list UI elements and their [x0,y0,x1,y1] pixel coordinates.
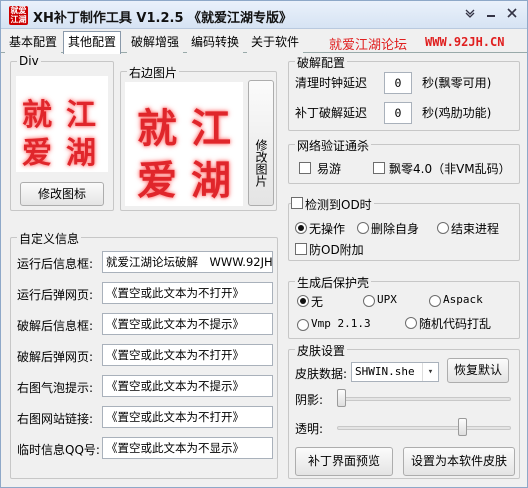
skin-data-label: 皮肤数据: [295,367,348,381]
change-icon-button[interactable]: 修改图标 [20,182,104,206]
anti-od-attach-checkbox[interactable] [295,243,307,255]
od-kill-label: 结束进程 [451,222,500,236]
shell-aspack-label: Aspack [443,293,483,306]
tab-panel-other-config: Div 就 江 爱 湖 修改图标 右边图片 就 江 爱 湖 修改图片 自定义信息… [3,53,525,485]
piaoling-checkbox[interactable] [373,162,385,174]
od-none-radio[interactable] [295,222,307,234]
od-delete-label: 删除自身 [371,222,420,236]
od-detect-checkbox[interactable] [291,197,303,209]
picture-char: 爱 [137,157,177,204]
picture-tooltip-input[interactable]: 《置空或此文本为不提示》 [102,375,273,397]
picture-tooltip-label: 右图气泡提示: [17,381,94,395]
close-icon[interactable] [503,6,521,23]
temp-qq-input[interactable]: 《置空或此文本为不显示》 [102,437,273,459]
custom-info-group: 自定义信息 运行后信息框: 就爱江湖论坛破解 WWW.92JH.C 运行后弹网页… [10,230,278,479]
picture-char: 江 [191,105,231,152]
picture-char: 湖 [191,157,231,204]
app-window: 就爱 江湖 XH补丁制作工具 V1.2.5 《就爱江湖专版》 基本配置 其他配置… [0,0,528,488]
shadow-slider-track[interactable] [337,397,511,401]
run-msgbox-label: 运行后信息框: [17,257,94,271]
skin-data-select[interactable]: SHWIN.she ▾ [351,362,439,382]
skin-group: 皮肤设置 皮肤数据: SHWIN.she ▾ 恢复默认 阴影: 透明: 补丁界面… [288,342,520,479]
right-picture-preview: 就 江 爱 湖 [125,82,243,206]
patch-delay-unit: 秒(鸡肋功能) [422,106,492,120]
set-software-skin-button[interactable]: 设置为本软件皮肤 [403,447,515,476]
icon-char: 爱 [22,136,52,171]
crack-msgbox-input[interactable]: 《置空或此文本为不提示》 [102,313,273,335]
od-none-label: 无操作 [309,222,346,236]
icon-preview: 就 江 爱 湖 [16,76,108,172]
right-picture-title: 右边图片 [127,64,180,81]
od-delete-radio[interactable] [357,222,369,234]
div-group-title: Div [17,54,41,68]
chevron-down-icon[interactable]: ▾ [422,363,438,381]
title-bar: 就爱 江湖 XH补丁制作工具 V1.2.5 《就爱江湖专版》 [1,1,527,29]
od-kill-radio[interactable] [437,222,449,234]
crack-msgbox-label: 破解后信息框: [17,319,94,333]
yiyou-label: 易游 [317,162,342,176]
shell-vmp-radio[interactable] [297,319,309,331]
shell-random-label: 随机代码打乱 [419,317,492,331]
shell-none-radio[interactable] [297,295,309,307]
app-logo-text-bottom: 江湖 [10,15,27,24]
forum-url: WWW.92JH.CN [425,35,505,49]
clear-delay-unit: 秒(飘零可用) [422,76,492,90]
run-webpage-label: 运行后弹网页: [17,288,94,302]
anti-od-attach-label: 防OD附加 [309,243,364,257]
yiyou-checkbox[interactable] [299,162,311,174]
run-webpage-input[interactable]: 《置空或此文本为不打开》 [102,282,273,304]
window-title: XH补丁制作工具 V1.2.5 《就爱江湖专版》 [33,11,293,26]
crack-config-title: 破解配置 [295,54,348,71]
restore-default-button[interactable]: 恢复默认 [447,358,509,383]
minimize-icon[interactable] [482,6,500,23]
shell-upx-label: UPX [377,293,397,306]
shell-none-label: 无 [311,295,324,309]
shell-upx-radio[interactable] [363,295,375,307]
right-picture-group: 右边图片 就 江 爱 湖 修改图片 [120,64,277,211]
picture-link-input[interactable]: 《置空或此文本为不打开》 [102,406,273,428]
network-verify-title: 网络验证通杀 [295,137,372,154]
div-group: Div 就 江 爱 湖 修改图标 [10,54,114,211]
shell-aspack-radio[interactable] [429,295,441,307]
app-logo-icon: 就爱 江湖 [9,6,28,25]
shadow-slider-thumb[interactable] [337,389,346,407]
change-picture-button[interactable]: 修改图片 [248,80,274,206]
skin-title: 皮肤设置 [295,342,348,359]
opacity-label: 透明: [295,422,324,436]
skin-data-value: SHWIN.she [355,365,415,378]
temp-qq-label: 临时信息QQ号: [17,443,100,457]
preview-patch-ui-button[interactable]: 补丁界面预览 [295,447,393,476]
picture-link-label: 右图网站链接: [17,412,94,426]
shell-random-radio[interactable] [405,317,417,329]
clear-delay-label: 清理时钟延迟 [295,76,368,90]
patch-delay-input[interactable]: 0 [384,102,412,124]
opacity-slider-thumb[interactable] [458,418,467,436]
protect-shell-group: 生成后保护壳 无 UPX Aspack Vmp 2.1.3 随机代码打乱 [288,274,520,339]
chevron-down-icon[interactable] [461,6,479,23]
opacity-slider-track[interactable] [337,426,511,430]
tab-encoding-convert[interactable]: 编码转换 [187,33,244,53]
patch-delay-label: 补丁破解延迟 [295,106,368,120]
shadow-label: 阴影: [295,393,324,407]
shell-vmp-label: Vmp 2.1.3 [311,317,371,330]
crack-config-group: 破解配置 清理时钟延迟 0 秒(飘零可用) 补丁破解延迟 0 秒(鸡肋功能) [288,54,520,131]
forum-slogan: 就爱江湖论坛 [329,38,408,53]
tab-crack-enhance[interactable]: 破解增强 [127,33,184,53]
icon-char: 湖 [66,136,96,171]
app-logo-text-top: 就爱 [10,6,27,15]
clear-delay-input[interactable]: 0 [384,72,412,94]
crack-webpage-input[interactable]: 《置空或此文本为不打开》 [102,344,273,366]
picture-char: 就 [137,105,177,152]
run-msgbox-input[interactable]: 就爱江湖论坛破解 WWW.92JH.C [102,251,273,273]
od-detect-group: 检测到OD时 无操作 删除自身 结束进程 防OD附加 [288,196,520,261]
tab-other-config[interactable]: 其他配置 [63,31,122,54]
custom-info-title: 自定义信息 [17,230,82,247]
crack-webpage-label: 破解后弹网页: [17,350,94,364]
tab-basic-config[interactable]: 基本配置 [5,33,62,53]
piaoling-label: 飘零4.0（非VM乱码） [389,162,511,176]
tab-about[interactable]: 关于软件 [247,33,304,53]
protect-shell-title: 生成后保护壳 [295,274,372,291]
od-detect-title: 检测到OD时 [303,196,374,213]
network-verify-group: 网络验证通杀 易游 飘零4.0（非VM乱码） [288,137,520,184]
